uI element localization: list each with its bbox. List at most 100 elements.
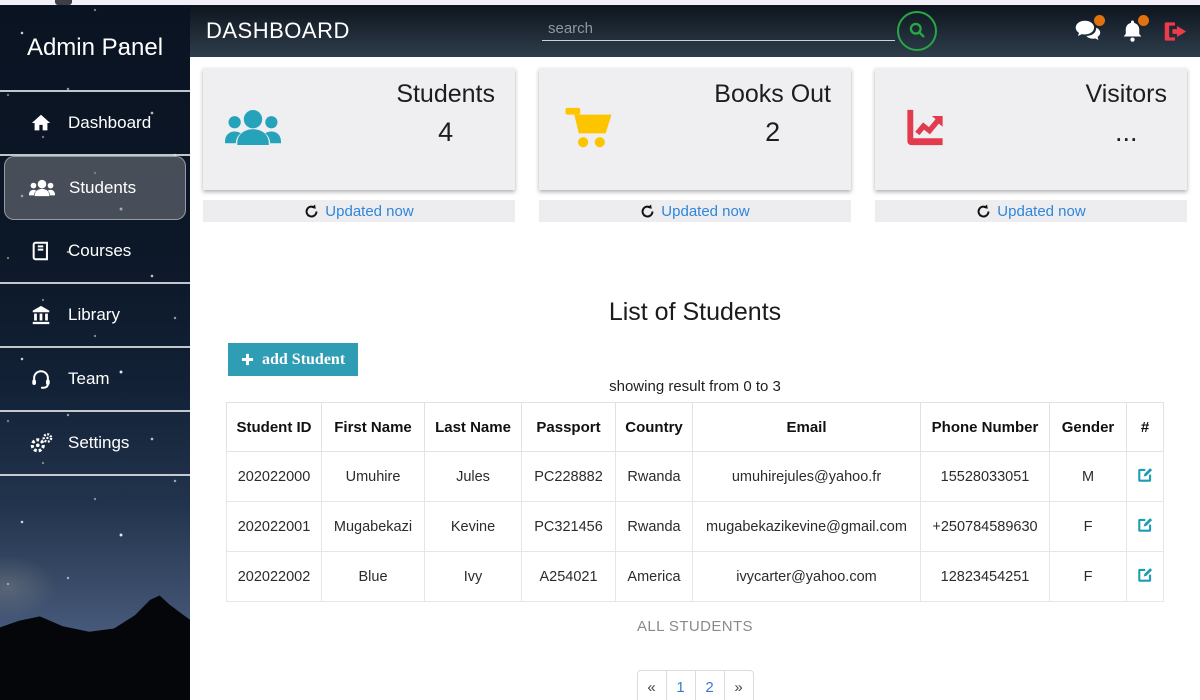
- page-next[interactable]: »: [724, 670, 754, 700]
- edit-icon[interactable]: [1136, 566, 1154, 584]
- page-title: DASHBOARD: [190, 18, 350, 44]
- sidebar-nav: Dashboard Students Courses Library Team …: [0, 92, 190, 476]
- table-cell: Mugabekazi: [322, 502, 425, 552]
- card-label: Visitors: [1085, 80, 1167, 109]
- students-table: Student IDFirst NameLast NamePassportCou…: [226, 402, 1164, 602]
- notification-badge: [1138, 15, 1149, 26]
- table-cell: 12823454251: [921, 552, 1050, 602]
- table-cell: M: [1050, 452, 1127, 502]
- table-cell: Rwanda: [616, 502, 693, 552]
- gears-icon: [28, 432, 54, 454]
- card-status-text: Updated now: [997, 203, 1085, 220]
- table-cell-actions: [1127, 502, 1164, 552]
- sidebar-item-dashboard[interactable]: Dashboard: [0, 92, 190, 156]
- updated-now-link[interactable]: Updated now: [875, 200, 1187, 222]
- add-student-button[interactable]: add Student: [228, 343, 358, 376]
- table-header-row: Student IDFirst NameLast NamePassportCou…: [227, 403, 1164, 452]
- section-title: List of Students: [203, 298, 1187, 327]
- table-cell: F: [1050, 502, 1127, 552]
- card-value: 2: [765, 117, 780, 148]
- table-row: 202022000UmuhireJulesPC228882Rwandaumuhi…: [227, 452, 1164, 502]
- card-value: ...: [1115, 117, 1138, 148]
- table-cell: PC228882: [522, 452, 616, 502]
- comments-icon[interactable]: [1075, 19, 1102, 44]
- bell-icon[interactable]: [1119, 19, 1146, 44]
- table-cell: Rwanda: [616, 452, 693, 502]
- app-root: Admin Panel Dashboard Students Courses L…: [0, 5, 1200, 700]
- table-cell: Jules: [425, 452, 522, 502]
- column-phone-number: Phone Number: [921, 403, 1050, 452]
- table-cell: ivycarter@yahoo.com: [693, 552, 921, 602]
- column--: #: [1127, 403, 1164, 452]
- users-icon: [225, 104, 281, 151]
- card-label: Students: [396, 80, 495, 109]
- column-first-name: First Name: [322, 403, 425, 452]
- toolbar: add Student: [203, 343, 1187, 376]
- page-1[interactable]: 1: [666, 670, 696, 700]
- card-status-text: Updated now: [661, 203, 749, 220]
- topbar-icon-cluster: [1075, 5, 1188, 57]
- stat-card-students: Students 4 Updated now: [203, 68, 515, 222]
- search-button[interactable]: [897, 11, 937, 51]
- all-students-label: ALL STUDENTS: [203, 618, 1187, 637]
- headset-icon: [28, 368, 54, 390]
- stat-card-visitors: Visitors ... Updated now: [875, 68, 1187, 222]
- table-cell: +250784589630: [921, 502, 1050, 552]
- table-row: 202022001MugabekaziKevinePC321456Rwandam…: [227, 502, 1164, 552]
- table-cell: 202022000: [227, 452, 322, 502]
- browser-top-strip: [0, 0, 1200, 5]
- pagination: «12»: [203, 670, 1187, 700]
- cart-icon: [561, 104, 617, 151]
- sidebar-item-library[interactable]: Library: [0, 284, 190, 348]
- card-value: 4: [438, 117, 453, 148]
- column-email: Email: [693, 403, 921, 452]
- updated-now-link[interactable]: Updated now: [539, 200, 851, 222]
- table-cell-actions: [1127, 452, 1164, 502]
- table-cell: A254021: [522, 552, 616, 602]
- sidebar: Admin Panel Dashboard Students Courses L…: [0, 5, 190, 700]
- table-cell: mugabekazikevine@gmail.com: [693, 502, 921, 552]
- plus-icon: [241, 353, 254, 366]
- table-cell: 15528033051: [921, 452, 1050, 502]
- showing-result-text: showing result from 0 to 3: [203, 377, 1187, 396]
- content: Students 4 Updated now Books Out 2 Updat…: [190, 57, 1200, 700]
- table-cell: F: [1050, 552, 1127, 602]
- search-field-wrap: [542, 17, 895, 41]
- users-icon: [29, 177, 55, 199]
- table-cell: Ivy: [425, 552, 522, 602]
- page-2[interactable]: 2: [695, 670, 725, 700]
- sidebar-title: Admin Panel: [0, 5, 190, 92]
- table-cell: Umuhire: [322, 452, 425, 502]
- sidebar-item-team[interactable]: Team: [0, 348, 190, 412]
- updated-now-link[interactable]: Updated now: [203, 200, 515, 222]
- stat-card-books-out: Books Out 2 Updated now: [539, 68, 851, 222]
- sidebar-item-students[interactable]: Students: [4, 156, 186, 220]
- edit-icon[interactable]: [1136, 516, 1154, 534]
- sidebar-item-courses[interactable]: Courses: [0, 220, 190, 284]
- column-gender: Gender: [1050, 403, 1127, 452]
- table-cell: PC321456: [522, 502, 616, 552]
- search-input[interactable]: [542, 17, 895, 41]
- table-row: 202022002BlueIvyA254021Americaivycarter@…: [227, 552, 1164, 602]
- table-cell: 202022001: [227, 502, 322, 552]
- topbar: DASHBOARD: [190, 5, 1200, 57]
- table-cell: 202022002: [227, 552, 322, 602]
- page-prev[interactable]: «: [637, 670, 667, 700]
- library-icon: [28, 304, 54, 326]
- stat-cards: Students 4 Updated now Books Out 2 Updat…: [203, 68, 1187, 222]
- search-icon: [907, 20, 927, 43]
- edit-icon[interactable]: [1136, 466, 1154, 484]
- table-cell: America: [616, 552, 693, 602]
- table-cell: Blue: [322, 552, 425, 602]
- column-last-name: Last Name: [425, 403, 522, 452]
- column-student-id: Student ID: [227, 403, 322, 452]
- chart-icon: [897, 104, 953, 151]
- sign-out-icon[interactable]: [1163, 20, 1188, 43]
- main-area: DASHBOARD: [190, 5, 1200, 700]
- column-country: Country: [616, 403, 693, 452]
- sidebar-item-settings[interactable]: Settings: [0, 412, 190, 476]
- browser-chrome-artifact: [55, 0, 72, 5]
- table-cell: Kevine: [425, 502, 522, 552]
- book-icon: [28, 240, 54, 262]
- notification-badge: [1094, 15, 1105, 26]
